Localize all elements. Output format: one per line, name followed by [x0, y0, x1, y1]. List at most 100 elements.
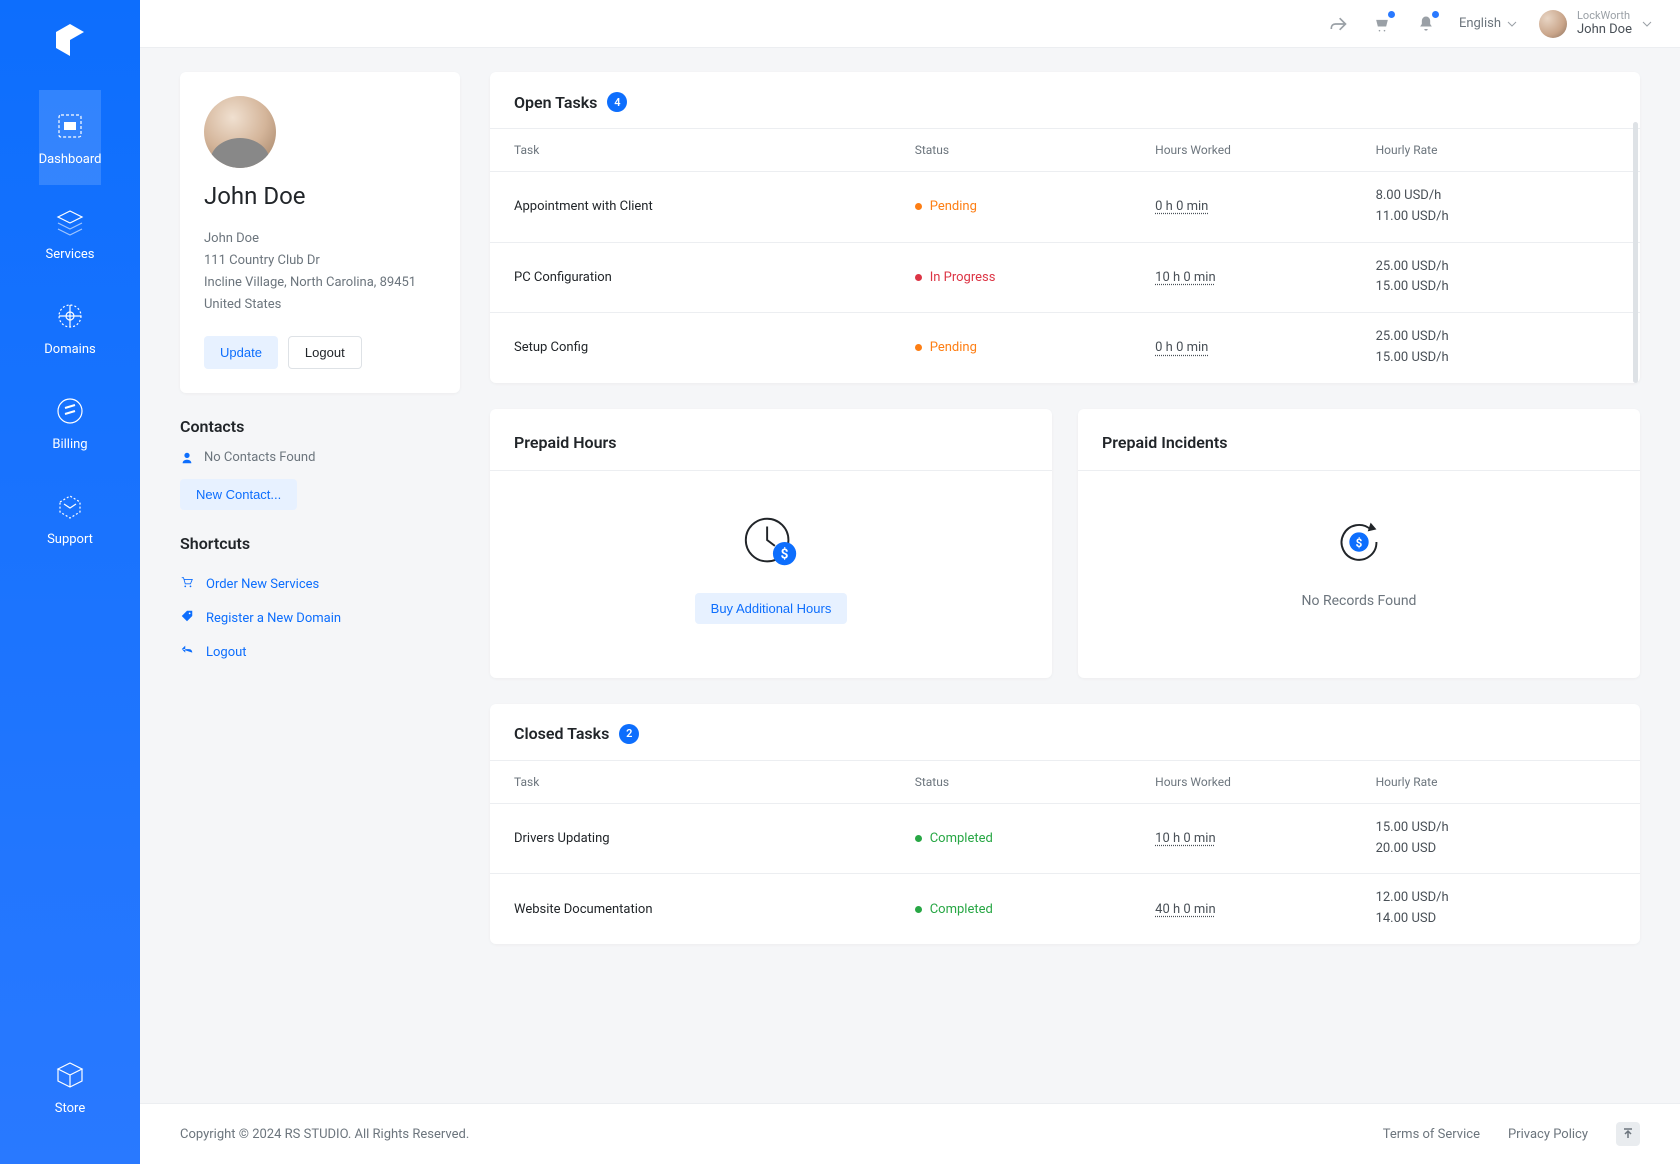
- arrow-up-icon: [1622, 1128, 1634, 1140]
- shortcut-label: Register a New Domain: [206, 611, 341, 626]
- card-title: Closed Tasks: [514, 724, 609, 743]
- empty-state-text: No Records Found: [1102, 593, 1616, 609]
- reply-icon: [180, 643, 194, 661]
- chevron-down-icon: [1642, 19, 1652, 29]
- task-name: Appointment with Client: [514, 199, 915, 214]
- notification-dot: [1388, 11, 1395, 18]
- prepaid-incidents-card: Prepaid Incidents $ No Records Found: [1078, 409, 1640, 678]
- sidebar-item-services[interactable]: Services: [39, 185, 102, 280]
- support-icon: [52, 488, 88, 524]
- sidebar-item-label: Support: [47, 532, 93, 547]
- status-badge: Completed: [915, 831, 1155, 846]
- card-title: Prepaid Hours: [514, 433, 1028, 452]
- sidebar-item-label: Dashboard: [39, 152, 102, 167]
- user-name-label: John Doe: [1577, 22, 1632, 38]
- hours-worked: 10 h 0 min: [1155, 270, 1375, 285]
- hourly-rate: 12.00 USD/h14.00 USD: [1376, 888, 1616, 930]
- svg-text:$: $: [1356, 536, 1363, 550]
- hours-worked: 10 h 0 min: [1155, 831, 1375, 846]
- col-header: Task: [514, 143, 915, 157]
- language-selector[interactable]: English: [1459, 16, 1517, 31]
- section-title: Contacts: [180, 417, 460, 436]
- task-name: Drivers Updating: [514, 831, 915, 846]
- chevron-down-icon: [1507, 19, 1517, 29]
- status-badge: Completed: [915, 902, 1155, 917]
- language-label: English: [1459, 16, 1501, 31]
- count-badge: 2: [619, 724, 639, 744]
- hourly-rate: 25.00 USD/h15.00 USD/h: [1376, 257, 1616, 299]
- tag-icon: [180, 609, 194, 627]
- hourly-rate: 25.00 USD/h15.00 USD/h: [1376, 327, 1616, 369]
- sidebar-item-dashboard[interactable]: Dashboard: [39, 90, 102, 185]
- status-badge: Pending: [915, 340, 1155, 355]
- col-header: Hourly Rate: [1376, 143, 1616, 157]
- company-label: LockWorth: [1577, 9, 1632, 22]
- profile-country: United States: [204, 294, 436, 316]
- services-icon: [52, 203, 88, 239]
- billing-icon: [52, 393, 88, 429]
- shortcut-label: Logout: [206, 645, 247, 660]
- table-row[interactable]: Appointment with ClientPending0 h 0 min8…: [490, 171, 1640, 242]
- copyright: Copyright © 2024 RS STUDIO. All Rights R…: [180, 1127, 469, 1142]
- topbar: English LockWorth John Doe: [140, 0, 1680, 48]
- col-header: Hourly Rate: [1376, 775, 1616, 789]
- bell-icon[interactable]: [1415, 13, 1437, 35]
- sidebar-item-domains[interactable]: Domains: [39, 280, 102, 375]
- avatar: [204, 96, 276, 168]
- sidebar-item-store[interactable]: Store: [0, 1039, 140, 1134]
- avatar: [1539, 10, 1567, 38]
- user-menu[interactable]: LockWorth John Doe: [1539, 9, 1652, 38]
- open-tasks-card: Open Tasks 4 Task Status Hours Worked Ho…: [490, 72, 1640, 383]
- profile-address-line: Incline Village, North Carolina, 89451: [204, 272, 436, 294]
- hourly-rate: 8.00 USD/h11.00 USD/h: [1376, 186, 1616, 228]
- count-badge: 4: [607, 92, 627, 112]
- sidebar-item-billing[interactable]: Billing: [39, 375, 102, 470]
- card-title: Open Tasks: [514, 93, 597, 112]
- hours-worked: 0 h 0 min: [1155, 199, 1375, 214]
- table-row[interactable]: PC ConfigurationIn Progress10 h 0 min25.…: [490, 242, 1640, 313]
- closed-tasks-card: Closed Tasks 2 Task Status Hours Worked …: [490, 704, 1640, 944]
- profile-name: John Doe: [204, 182, 436, 210]
- col-header: Hours Worked: [1155, 775, 1375, 789]
- task-name: Setup Config: [514, 340, 915, 355]
- sidebar-item-label: Billing: [52, 437, 87, 452]
- tos-link[interactable]: Terms of Service: [1383, 1127, 1480, 1142]
- shortcut-label: Order New Services: [206, 577, 319, 592]
- sidebar-item-label: Domains: [44, 342, 95, 357]
- shortcut-logout[interactable]: Logout: [180, 635, 460, 669]
- dashboard-icon: [52, 108, 88, 144]
- table-row[interactable]: Website DocumentationCompleted40 h 0 min…: [490, 873, 1640, 944]
- table-row[interactable]: Setup ConfigPending0 h 0 min25.00 USD/h1…: [490, 312, 1640, 383]
- cart-icon[interactable]: [1371, 13, 1393, 35]
- person-icon: [180, 451, 194, 465]
- footer: Copyright © 2024 RS STUDIO. All Rights R…: [140, 1103, 1680, 1164]
- notification-dot: [1432, 11, 1439, 18]
- col-header: Hours Worked: [1155, 143, 1375, 157]
- logout-button[interactable]: Logout: [288, 336, 362, 369]
- col-header: Status: [915, 143, 1155, 157]
- hours-worked: 0 h 0 min: [1155, 340, 1375, 355]
- sidebar-item-support[interactable]: Support: [39, 470, 102, 565]
- scroll-top-button[interactable]: [1616, 1122, 1640, 1146]
- contacts-empty: No Contacts Found: [204, 450, 315, 465]
- table-row[interactable]: Drivers UpdatingCompleted10 h 0 min15.00…: [490, 803, 1640, 874]
- hourly-rate: 15.00 USD/h20.00 USD: [1376, 818, 1616, 860]
- task-name: PC Configuration: [514, 270, 915, 285]
- col-header: Status: [915, 775, 1155, 789]
- update-button[interactable]: Update: [204, 336, 278, 369]
- shortcuts-section: Shortcuts Order New Services Register a N…: [180, 534, 460, 669]
- profile-card: John Doe John Doe 111 Country Club Dr In…: [180, 72, 460, 393]
- section-title: Shortcuts: [180, 534, 460, 553]
- buy-hours-button[interactable]: Buy Additional Hours: [695, 593, 848, 624]
- logo[interactable]: [50, 20, 90, 60]
- refresh-dollar-icon: $: [1328, 511, 1390, 573]
- privacy-link[interactable]: Privacy Policy: [1508, 1127, 1588, 1142]
- share-icon[interactable]: [1327, 13, 1349, 35]
- contacts-section: Contacts No Contacts Found New Contact..…: [180, 417, 460, 510]
- shortcut-register-a-new-domain[interactable]: Register a New Domain: [180, 601, 460, 635]
- col-header: Task: [514, 775, 915, 789]
- profile-address-line: 111 Country Club Dr: [204, 250, 436, 272]
- new-contact-button[interactable]: New Contact...: [180, 479, 297, 510]
- shortcut-order-new-services[interactable]: Order New Services: [180, 567, 460, 601]
- hours-worked: 40 h 0 min: [1155, 902, 1375, 917]
